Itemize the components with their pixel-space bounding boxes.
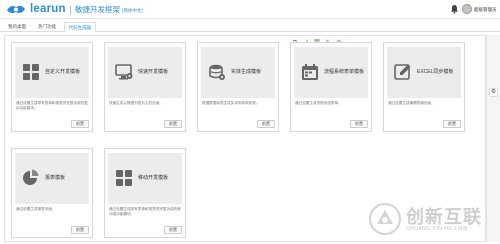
card-action-button[interactable]: 前置 bbox=[71, 120, 89, 128]
watermark-logo-icon bbox=[369, 203, 401, 235]
brand-name: learun bbox=[30, 3, 66, 15]
monitor-gear-icon bbox=[115, 64, 133, 80]
card-action-button[interactable]: 前置 bbox=[350, 120, 368, 128]
template-card-custom[interactable]: 自定义开发模板 通过设置生成带有表单和报表的完整功能的复杂功能模块。 前置 bbox=[11, 42, 93, 132]
user-name[interactable]: 超级管理员 bbox=[474, 7, 497, 13]
card-hero: 实体生成模板 bbox=[201, 47, 275, 98]
card-title: 实体生成模板 bbox=[231, 69, 262, 75]
card-title: 自定义开发模板 bbox=[45, 69, 81, 75]
logo-icon bbox=[7, 5, 25, 14]
card-action-button[interactable]: 前置 bbox=[257, 120, 275, 128]
calendar-form-icon bbox=[302, 64, 318, 80]
top-header: learun 敏捷开发框架 [简体中文] 超级管理员 bbox=[0, 0, 500, 19]
grid-tiles-icon bbox=[116, 170, 132, 186]
pie-chart-icon bbox=[23, 169, 39, 185]
template-card-quick[interactable]: 快速开发模板 快速生成以数据列表为主的页面。 前置 bbox=[104, 42, 186, 132]
card-title: EXCEL同步模板 bbox=[417, 69, 454, 75]
card-description: 通过设置生成编辑表格页面。 bbox=[388, 101, 435, 105]
card-action-button[interactable]: 前置 bbox=[164, 226, 182, 234]
grid-tiles-icon bbox=[23, 64, 39, 80]
card-title: 移动开发模板 bbox=[138, 175, 169, 181]
template-card-mobile[interactable]: 移动开发模板 通过设置生成带有表单和报表的完整功能的移动端功能模块。 前置 bbox=[104, 148, 186, 238]
tab-code-generator[interactable]: 代码生成器 bbox=[64, 22, 96, 32]
tab-popular[interactable]: 热门功能 bbox=[34, 22, 60, 32]
template-card-entity[interactable]: 实体生成模板 根据数据库表生成实体类和映射类。 前置 bbox=[197, 42, 279, 132]
card-hero: 自定义开发模板 bbox=[15, 47, 89, 98]
product-name: 敏捷开发框架 [简体中文] bbox=[75, 4, 143, 15]
card-description: 根据数据库表生成实体类和映射类。 bbox=[202, 101, 260, 105]
card-description: 快速生成以数据列表为主的页面。 bbox=[109, 101, 163, 105]
tab-desktop[interactable]: 我的桌面 bbox=[4, 22, 30, 32]
card-hero: EXCEL同步模板 bbox=[387, 47, 461, 98]
settings-gear-icon[interactable]: ⚙ bbox=[489, 88, 498, 97]
card-title: 报表模板 bbox=[45, 175, 66, 181]
pencil-edit-icon bbox=[394, 64, 411, 80]
app-window: learun 敏捷开发框架 [简体中文] 超级管理员 我的桌面 热门功能 代码生… bbox=[0, 0, 500, 244]
template-card-workflow-form[interactable]: 流程系统表单模板 通过设置生成流程系统表单。 前置 bbox=[290, 42, 372, 132]
card-title: 流程系统表单模板 bbox=[324, 69, 365, 75]
template-card-excel[interactable]: EXCEL同步模板 通过设置生成编辑表格页面。 前置 bbox=[383, 42, 465, 132]
language-label[interactable]: [简体中文] bbox=[122, 8, 143, 13]
card-hero: 流程系统表单模板 bbox=[294, 47, 368, 98]
card-hero: 报表模板 bbox=[15, 153, 89, 204]
card-description: 通过设置生成报表页面。 bbox=[16, 207, 56, 211]
card-hero: 移动开发模板 bbox=[108, 153, 182, 204]
template-card-report[interactable]: 报表模板 通过设置生成报表页面。 前置 bbox=[11, 148, 93, 238]
card-description: 通过设置生成带有表单和报表的完整功能的移动端功能模块。 bbox=[109, 207, 181, 216]
card-hero: 快速开发模板 bbox=[108, 47, 182, 98]
brand-divider bbox=[70, 5, 71, 15]
card-title: 快速开发模板 bbox=[138, 69, 169, 75]
database-gear-icon bbox=[209, 64, 225, 80]
card-action-button[interactable]: 前置 bbox=[164, 120, 182, 128]
user-avatar[interactable] bbox=[462, 4, 472, 14]
tab-bar: 我的桌面 热门功能 代码生成器 bbox=[0, 20, 500, 32]
card-action-button[interactable]: 前置 bbox=[443, 120, 461, 128]
card-description: 通过设置生成流程系统表单。 bbox=[295, 101, 342, 105]
watermark-subtext: CHUANG XIN HU LIAN bbox=[406, 226, 468, 232]
notification-bell-icon[interactable] bbox=[450, 4, 459, 14]
card-description: 通过设置生成带有表单和报表的完整功能的复杂功能模块。 bbox=[16, 101, 88, 110]
watermark: 创新互联 CHUANG XIN HU LIAN bbox=[366, 200, 498, 240]
product-title: 敏捷开发框架 bbox=[75, 5, 120, 14]
card-action-button[interactable]: 前置 bbox=[71, 226, 89, 234]
